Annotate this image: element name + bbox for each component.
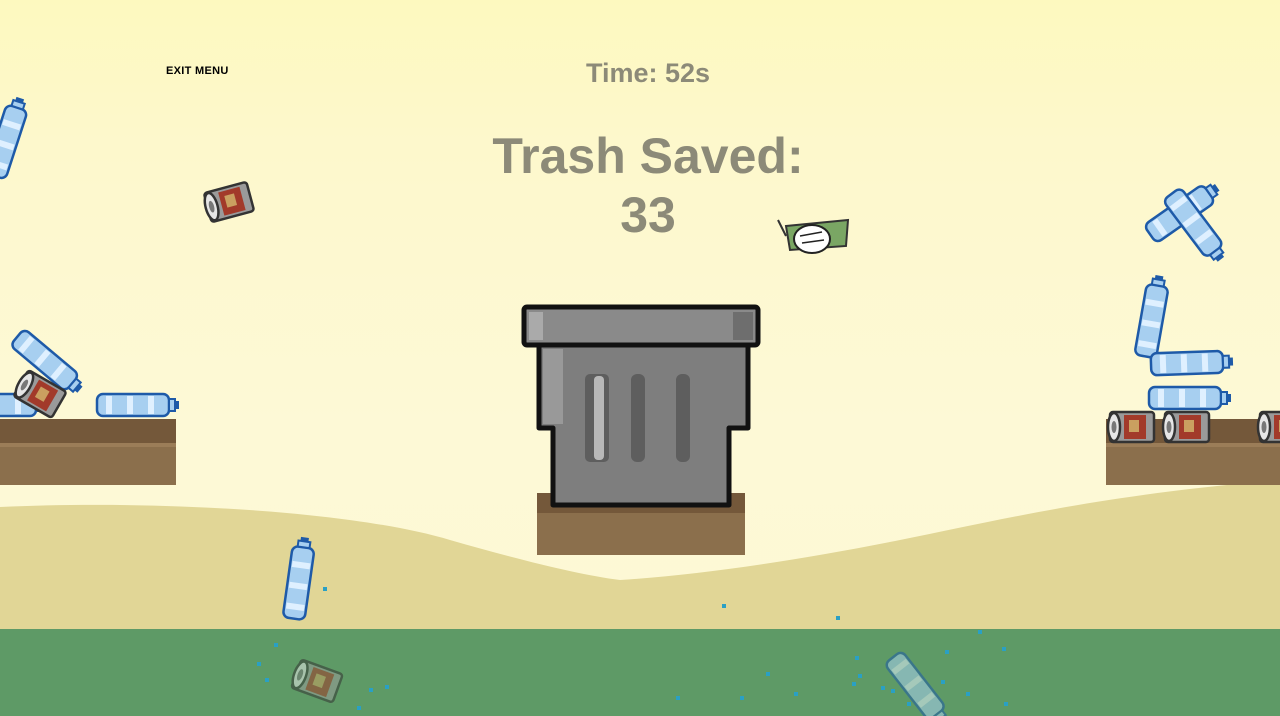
plastic-bottle-icon	[1147, 385, 1233, 411]
game-scene[interactable]	[0, 0, 1280, 716]
score-label: Trash Saved:	[492, 128, 804, 184]
soda-can-icon	[1106, 410, 1156, 444]
exit-menu-button[interactable]: EXIT MENU	[166, 65, 229, 77]
plastic-bottle-icon	[95, 392, 181, 418]
plastic-bottle-icon	[0, 93, 32, 181]
plastic-bottle-icon	[1149, 349, 1235, 377]
plastic-bottle-icon	[1133, 272, 1172, 360]
timer-text: Time: 52s	[585, 58, 711, 88]
left-ledge	[0, 419, 176, 485]
water	[0, 629, 1280, 716]
soda-can-icon	[200, 180, 256, 224]
trash-bin[interactable]	[521, 304, 761, 508]
soda-can-icon	[1161, 410, 1211, 444]
score-value: 33	[620, 187, 676, 243]
soda-can-icon	[1256, 410, 1280, 444]
